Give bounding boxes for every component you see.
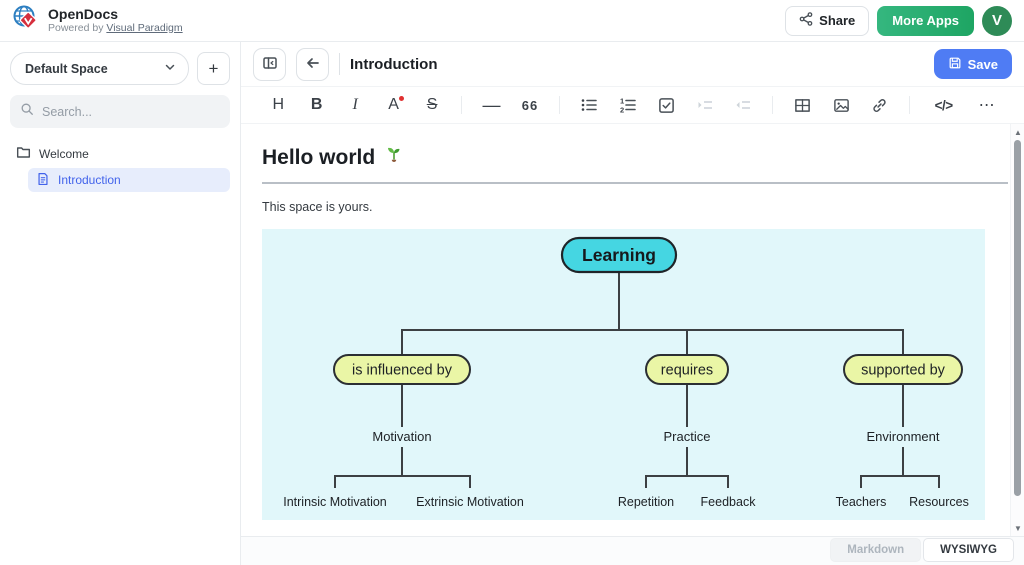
horizontal-rule-button[interactable]: — <box>482 94 500 116</box>
seedling-icon <box>383 144 405 172</box>
scroll-down-arrow[interactable]: ▼ <box>1011 522 1024 534</box>
header-actions: Share More Apps V <box>785 6 1012 36</box>
svg-text:1: 1 <box>620 97 624 106</box>
chevron-down-icon <box>164 61 176 76</box>
mindmap-leaf-label[interactable]: Resources <box>909 495 969 509</box>
tree-item-label: Introduction <box>58 173 121 187</box>
bullet-list-button[interactable] <box>580 94 598 116</box>
avatar[interactable]: V <box>982 6 1012 36</box>
brand: OpenDocs Powered by Visual Paradigm <box>12 4 183 37</box>
scrollbar-thumb[interactable] <box>1014 140 1021 496</box>
space-selector[interactable]: Default Space <box>10 52 189 85</box>
tree-item-label: Welcome <box>39 147 89 161</box>
outdent-button[interactable] <box>734 94 752 116</box>
search-icon <box>20 102 34 121</box>
space-selector-value: Default Space <box>25 62 108 76</box>
numbered-list-button[interactable]: 12 <box>619 94 637 116</box>
heading-button[interactable]: H <box>269 94 287 116</box>
powered-by: Powered by Visual Paradigm <box>48 22 183 35</box>
wysiwyg-mode-button[interactable]: WYSIWYG <box>923 538 1014 562</box>
italic-button[interactable]: I <box>346 94 364 116</box>
divider <box>461 96 462 114</box>
editor-panel: Introduction Save H B I A <box>241 42 1024 565</box>
document-heading: Hello world <box>262 144 1010 172</box>
search-box[interactable] <box>10 95 230 128</box>
mindmap-leaf-label[interactable]: Teachers <box>836 495 887 509</box>
tree-item-introduction[interactable]: Introduction <box>28 168 230 192</box>
svg-text:is influenced by: is influenced by <box>352 363 453 379</box>
search-input[interactable] <box>42 105 220 119</box>
document-icon <box>36 172 50 189</box>
document-content[interactable]: Hello world This space is yours. <box>241 124 1010 536</box>
share-icon <box>799 12 813 29</box>
scroll-up-arrow[interactable]: ▲ <box>1011 126 1024 138</box>
mindmap-leaf-label[interactable]: Feedback <box>701 495 757 509</box>
table-button[interactable] <box>793 94 811 116</box>
strikethrough-button[interactable]: S <box>423 94 441 116</box>
page-title: Introduction <box>350 56 437 73</box>
save-icon <box>948 56 962 73</box>
folder-icon <box>16 145 31 163</box>
app-title: OpenDocs <box>48 7 183 22</box>
document-tree: Welcome Introduction <box>10 142 230 192</box>
brand-text: OpenDocs Powered by Visual Paradigm <box>48 7 183 35</box>
doc-header: Introduction Save <box>241 42 1024 86</box>
mindmap-relation-node[interactable]: supported by <box>844 355 962 384</box>
code-button[interactable]: </> <box>930 94 958 116</box>
svg-text:Learning: Learning <box>582 245 656 265</box>
mindmap-topic-label[interactable]: Practice <box>664 429 711 444</box>
opendocs-logo-icon <box>12 4 40 37</box>
link-button[interactable] <box>870 94 888 116</box>
arrow-left-icon <box>305 55 321 74</box>
mindmap-leaf-label[interactable]: Intrinsic Motivation <box>283 495 387 509</box>
divider <box>909 96 910 114</box>
svg-text:supported by: supported by <box>861 363 946 379</box>
bold-button[interactable]: B <box>307 94 325 116</box>
markdown-mode-button[interactable]: Markdown <box>830 538 921 562</box>
image-button[interactable] <box>832 94 850 116</box>
more-options-button[interactable]: ⋯ <box>977 94 995 116</box>
mindmap-diagram[interactable]: Learning is influenced by requires <box>262 229 985 520</box>
save-button[interactable]: Save <box>934 49 1012 79</box>
divider <box>772 96 773 114</box>
mindmap-topic-label[interactable]: Environment <box>867 429 940 444</box>
document-area: Hello world This space is yours. <box>241 124 1024 537</box>
mindmap-relation-node[interactable]: requires <box>646 355 728 384</box>
task-list-button[interactable] <box>657 94 675 116</box>
heading-rule <box>262 182 1008 184</box>
divider <box>339 53 340 75</box>
tree-item-welcome[interactable]: Welcome <box>10 142 230 166</box>
more-apps-button[interactable]: More Apps <box>877 6 974 36</box>
mindmap-leaf-label[interactable]: Extrinsic Motivation <box>416 495 524 509</box>
svg-text:requires: requires <box>661 363 713 379</box>
paragraph: This space is yours. <box>262 200 1010 214</box>
editor-footer: Markdown WYSIWYG <box>241 537 1024 565</box>
app-window: OpenDocs Powered by Visual Paradigm Shar… <box>0 0 1024 565</box>
mindmap-topic-label[interactable]: Motivation <box>372 429 431 444</box>
formatting-toolbar: H B I A S — 66 12 <box>241 86 1024 124</box>
share-button[interactable]: Share <box>785 6 869 36</box>
back-button[interactable] <box>296 48 329 81</box>
mindmap-root-node[interactable]: Learning <box>562 238 676 272</box>
mindmap-leaf-label[interactable]: Repetition <box>618 495 674 509</box>
add-space-button[interactable]: + <box>197 52 230 85</box>
panel-toggle-icon <box>262 55 278 74</box>
top-header: OpenDocs Powered by Visual Paradigm Shar… <box>0 0 1024 42</box>
svg-text:2: 2 <box>620 106 624 115</box>
sidebar: Default Space + Welcome <box>0 42 241 565</box>
font-color-button[interactable]: A <box>384 94 402 116</box>
color-dot <box>399 96 404 101</box>
visual-paradigm-link[interactable]: Visual Paradigm <box>106 22 182 34</box>
divider <box>559 96 560 114</box>
vertical-scrollbar[interactable]: ▲ ▼ <box>1010 124 1024 536</box>
mindmap-relation-node[interactable]: is influenced by <box>334 355 470 384</box>
blockquote-button[interactable]: 66 <box>521 94 539 116</box>
toggle-sidebar-button[interactable] <box>253 48 286 81</box>
indent-button[interactable] <box>696 94 714 116</box>
